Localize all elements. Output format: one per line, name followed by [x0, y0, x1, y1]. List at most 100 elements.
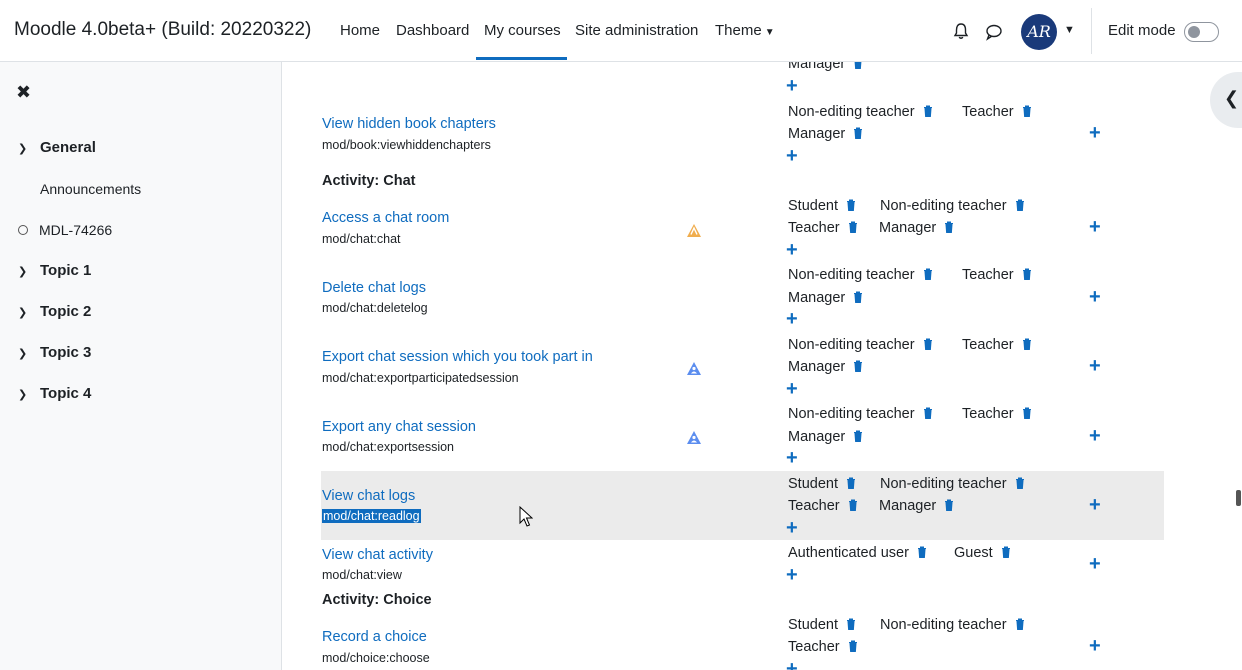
add-role-icon[interactable]: +	[1089, 554, 1101, 574]
trash-icon[interactable]	[853, 430, 863, 442]
nav-my-courses[interactable]: My courses	[484, 22, 561, 39]
add-role-icon[interactable]: +	[1089, 356, 1101, 376]
trash-icon[interactable]	[1015, 618, 1025, 630]
edit-mode-toggle[interactable]	[1184, 22, 1219, 42]
trash-icon[interactable]	[848, 640, 858, 652]
trash-icon[interactable]	[944, 221, 954, 233]
toggle-knob	[1188, 26, 1200, 38]
scrollbar-thumb[interactable]	[1236, 490, 1241, 506]
chevron-down-icon[interactable]: ▼	[1064, 24, 1075, 36]
capability-link[interactable]: Delete chat logs	[322, 280, 426, 296]
trash-icon[interactable]	[1022, 407, 1032, 419]
role-tag: Teacher	[788, 498, 858, 514]
trash-icon[interactable]	[848, 221, 858, 233]
role-label: Student	[788, 476, 838, 492]
section-topic-2[interactable]: ❯ Topic 2	[18, 303, 91, 320]
add-role-icon[interactable]: +	[786, 448, 798, 468]
role-tag: Teacher	[788, 220, 858, 236]
edit-mode-label: Edit mode	[1108, 22, 1176, 39]
chevron-left-icon: ❮	[1224, 88, 1240, 108]
section-topic-1[interactable]: ❯ Topic 1	[18, 262, 91, 279]
add-role-icon[interactable]: +	[1089, 123, 1101, 143]
trash-icon[interactable]	[853, 62, 863, 69]
add-role-icon[interactable]: +	[786, 379, 798, 399]
trash-icon[interactable]	[923, 105, 933, 117]
site-brand[interactable]: Moodle 4.0beta+ (Build: 20220322)	[14, 19, 311, 41]
add-role-icon[interactable]: +	[786, 659, 798, 670]
role-label: Teacher	[962, 406, 1014, 422]
close-icon[interactable]: ✖	[16, 82, 31, 103]
add-role-icon[interactable]: +	[1089, 495, 1101, 515]
trash-icon[interactable]	[923, 268, 933, 280]
section-topic-3[interactable]: ❯ Topic 3	[18, 344, 91, 361]
nav-dashboard[interactable]: Dashboard	[396, 22, 469, 39]
role-tag: Non-editing teacher	[880, 476, 1025, 492]
role-label: Non-editing teacher	[788, 406, 915, 422]
activity-mdl-74266[interactable]: MDL-74266	[18, 222, 112, 238]
table-row-highlight	[321, 471, 1164, 540]
capability-link[interactable]: View chat logs	[322, 488, 415, 504]
capability-link[interactable]: Record a choice	[322, 629, 427, 645]
trash-icon[interactable]	[1015, 199, 1025, 211]
trash-icon[interactable]	[853, 127, 863, 139]
capability-link[interactable]: Access a chat room	[322, 210, 449, 226]
trash-icon[interactable]	[846, 199, 856, 211]
add-role-icon[interactable]: +	[786, 146, 798, 166]
trash-icon[interactable]	[1015, 477, 1025, 489]
role-tag: Non-editing teacher	[788, 267, 933, 283]
bell-icon[interactable]	[952, 22, 970, 40]
role-label: Manager	[788, 359, 846, 375]
trash-icon[interactable]	[1022, 338, 1032, 350]
nav-theme[interactable]: Theme ▼	[715, 22, 775, 39]
capability-link[interactable]: Export any chat session	[322, 419, 476, 435]
add-role-icon[interactable]: +	[1089, 426, 1101, 446]
trash-icon[interactable]	[1001, 546, 1011, 558]
add-role-icon[interactable]: +	[1089, 636, 1101, 656]
role-tag: Non-editing teacher	[788, 337, 933, 353]
section-label: Topic 3	[40, 344, 92, 361]
role-label: Non-editing teacher	[880, 198, 1007, 214]
section-label: General	[40, 139, 96, 156]
role-label: Authenticated user	[788, 545, 909, 561]
trash-icon[interactable]	[848, 499, 858, 511]
section-general[interactable]: ❯ General	[18, 139, 96, 156]
capability-link[interactable]: View hidden book chapters	[322, 116, 496, 132]
user-avatar[interactable]: AR	[1021, 14, 1057, 50]
section-topic-4[interactable]: ❯ Topic 4	[18, 385, 91, 402]
risk-personal-icon[interactable]	[686, 361, 702, 377]
message-icon[interactable]	[985, 23, 1003, 41]
trash-icon[interactable]	[917, 546, 927, 558]
nav-home[interactable]: Home	[340, 22, 380, 39]
add-role-icon[interactable]: +	[786, 518, 798, 538]
role-label: Manager	[788, 290, 846, 306]
capability-link[interactable]: Export chat session which you took part …	[322, 349, 593, 365]
trash-icon[interactable]	[923, 407, 933, 419]
add-role-icon[interactable]: +	[786, 76, 798, 96]
add-role-icon[interactable]: +	[1089, 217, 1101, 237]
trash-icon[interactable]	[846, 477, 856, 489]
add-role-icon[interactable]: +	[1089, 287, 1101, 307]
trash-icon[interactable]	[1022, 105, 1032, 117]
permissions-table: Manager + View hidden book chapters mod/…	[283, 62, 1242, 670]
trash-icon[interactable]	[853, 291, 863, 303]
add-role-icon[interactable]: +	[786, 240, 798, 260]
trash-icon[interactable]	[1022, 268, 1032, 280]
trash-icon[interactable]	[853, 360, 863, 372]
capability-code: mod/chat:view	[322, 568, 402, 582]
capability-link[interactable]: View chat activity	[322, 547, 433, 563]
add-role-icon[interactable]: +	[786, 565, 798, 585]
add-role-icon[interactable]: +	[786, 309, 798, 329]
trash-icon[interactable]	[923, 338, 933, 350]
trash-icon[interactable]	[846, 618, 856, 630]
chevron-down-icon: ❯	[18, 266, 28, 278]
risk-xss-icon[interactable]	[686, 223, 702, 239]
role-tag: Manager	[879, 220, 954, 236]
role-label: Manager	[879, 220, 937, 236]
nav-site-administration[interactable]: Site administration	[575, 22, 698, 39]
role-label: Teacher	[962, 337, 1014, 353]
activity-announcements[interactable]: Announcements	[40, 181, 141, 197]
trash-icon[interactable]	[944, 499, 954, 511]
role-label: Manager	[788, 126, 846, 142]
risk-personal-icon[interactable]	[686, 430, 702, 446]
role-tag: Non-editing teacher	[788, 104, 933, 120]
